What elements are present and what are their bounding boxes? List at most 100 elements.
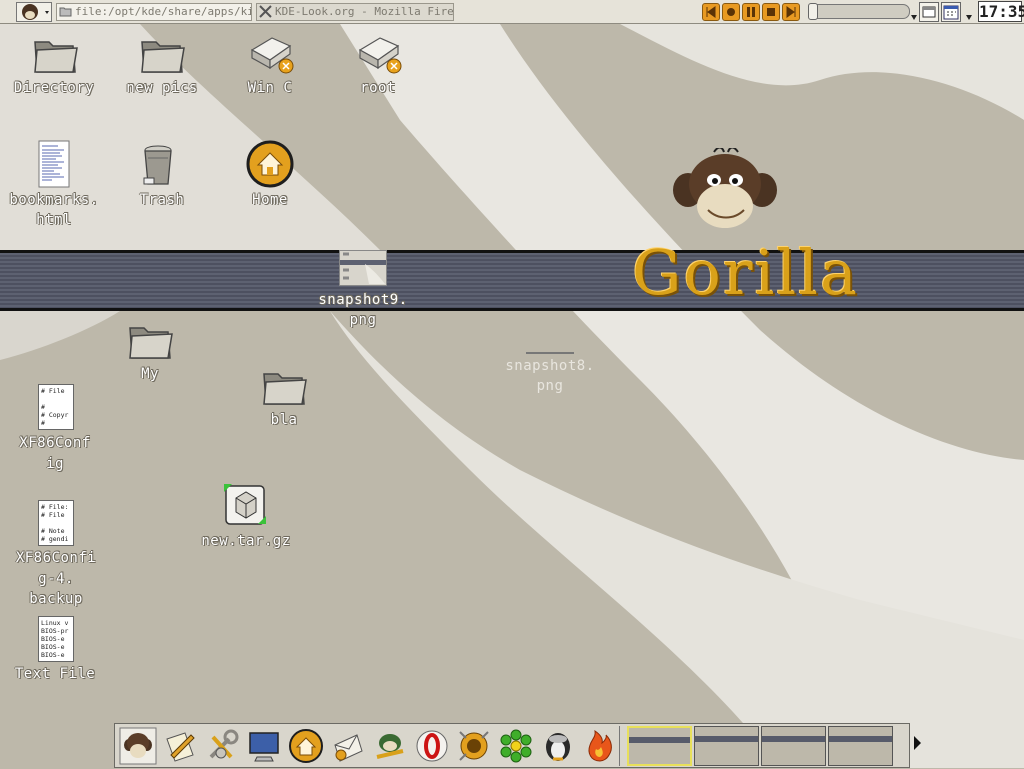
icon-label: My <box>141 366 159 382</box>
icon-label: bla <box>270 412 298 428</box>
media-controls <box>702 3 800 21</box>
launcher-home[interactable] <box>287 727 325 765</box>
pager-banner <box>829 736 892 742</box>
desktop-icon-my[interactable]: My <box>100 320 200 388</box>
icon-label-line2: png <box>536 378 564 394</box>
icon-label: Win C <box>247 80 293 96</box>
firefox-icon <box>588 729 612 762</box>
text-document-icon: # File: # File # Note # gendi <box>38 500 74 546</box>
play-button[interactable] <box>722 3 740 21</box>
stop-button[interactable] <box>762 3 780 21</box>
launcher-opera[interactable] <box>413 727 451 765</box>
desktop-icon-directory[interactable]: Directory <box>0 34 108 104</box>
editor-icon <box>166 732 195 762</box>
icon-label: XF86Conf <box>19 435 91 451</box>
harddisk-icon <box>250 37 294 74</box>
text-document-icon: Linux v BIOS-pr BIOS-e BIOS-e BIOS-e <box>38 616 74 662</box>
wallpaper-banner <box>0 250 1024 311</box>
calendar-button[interactable] <box>941 2 961 22</box>
chevron-down-icon[interactable] <box>911 15 917 20</box>
icon-label: new pics <box>126 80 198 96</box>
bottom-panel <box>114 723 921 768</box>
gorilla-menu-icon <box>16 2 52 22</box>
desktop-icon-text-file[interactable]: Linux v BIOS-pr BIOS-e BIOS-e BIOS-e Tex… <box>0 616 110 686</box>
home-icon <box>246 140 294 188</box>
desktop-icon-new-tar-gz[interactable]: new.tar.gz <box>194 482 298 552</box>
desktop-icon-trash[interactable]: Trash <box>110 144 214 214</box>
desktop-icon-bookmarks-html[interactable]: bookmarks. html <box>0 140 108 232</box>
desktop-icon-win-c[interactable]: Win C <box>222 32 318 104</box>
next-icon <box>786 6 796 18</box>
launcher-monitor[interactable] <box>245 727 283 765</box>
icon-label: snapshot9. <box>318 292 408 308</box>
desktop-icon-root[interactable]: root <box>330 32 426 104</box>
gorilla-menu-icon <box>119 727 157 765</box>
harddisk-icon <box>358 37 402 74</box>
launcher-tools[interactable] <box>203 727 241 765</box>
desktop-icon-home[interactable]: Home <box>222 140 318 212</box>
launcher-firefox[interactable] <box>581 727 619 765</box>
icon-label-line2: g-4. <box>38 571 74 587</box>
pager-banner <box>762 736 825 742</box>
icon-label: Directory <box>13 80 95 96</box>
taskbar-item-firefox[interactable]: KDE-Look.org - Mozilla Firebi <box>256 3 454 21</box>
icon-label-line2: png <box>349 312 377 328</box>
pager-desktop-3[interactable] <box>761 726 826 766</box>
pager-desktop-1[interactable] <box>627 726 692 766</box>
gorilla-mascot-image <box>673 148 777 228</box>
image-thumbnail-icon <box>339 250 387 286</box>
window-icon <box>922 6 936 18</box>
pause-icon <box>747 7 755 17</box>
launcher-tux[interactable] <box>539 727 577 765</box>
desktop-icon-snapshot9[interactable]: snapshot9. png <box>310 250 416 330</box>
mail-icon <box>334 734 363 762</box>
taskbar-item-label: file:/opt/kde/share/apps/kicke <box>75 5 251 18</box>
icon-label: root <box>360 80 396 96</box>
launcher-bar <box>119 727 619 765</box>
pager-desktop-2[interactable] <box>694 726 759 766</box>
folder-icon <box>34 41 78 73</box>
icon-label: Text File <box>14 666 96 682</box>
tux-icon <box>546 733 570 761</box>
icon-label: new.tar.gz <box>201 533 291 549</box>
desktop-icon-xf86config[interactable]: # File # # Copyr # XF86Conf ig <box>0 384 110 476</box>
html-document-icon <box>38 140 70 188</box>
home-icon <box>289 729 323 763</box>
text-document-icon: # File # # Copyr # <box>38 384 74 430</box>
launcher-gaim[interactable] <box>371 727 409 765</box>
folder-icon <box>263 373 307 405</box>
desktop-icon-bla[interactable]: bla <box>236 366 332 434</box>
taskbar-item-file-manager[interactable]: file:/opt/kde/share/apps/kicke <box>56 3 252 21</box>
icon-label: snapshot8. <box>505 358 595 374</box>
launcher-editor[interactable] <box>161 727 199 765</box>
launcher-icq[interactable] <box>497 727 535 765</box>
previous-button[interactable] <box>702 3 720 21</box>
icq-icon <box>500 729 532 763</box>
kmenu-button[interactable] <box>16 2 52 22</box>
panel-expand-arrow-icon[interactable] <box>914 736 921 750</box>
gaim-icon <box>376 734 404 759</box>
opera-icon <box>416 730 448 762</box>
window-list-button[interactable] <box>919 2 939 22</box>
launcher-kmenu[interactable] <box>119 727 157 765</box>
taskbar-item-label: KDE-Look.org - Mozilla Firebi <box>275 5 454 18</box>
pager-desktop-4[interactable] <box>828 726 893 766</box>
chevron-down-icon[interactable] <box>966 15 972 20</box>
desktop-icon-snapshot8[interactable]: snapshot8. png <box>494 346 606 398</box>
launcher-sunflower[interactable] <box>455 727 493 765</box>
desktop-icon-xf86config-backup[interactable]: # File: # File # Note # gendi XF86Confi … <box>0 500 112 612</box>
play-icon <box>727 8 735 16</box>
pause-button[interactable] <box>742 3 760 21</box>
monitor-icon <box>249 732 279 762</box>
sunflower-icon <box>459 731 489 761</box>
launcher-mail[interactable] <box>329 727 367 765</box>
slider-knob[interactable] <box>808 3 818 20</box>
icon-label-line2: ig <box>46 456 64 472</box>
media-position-slider[interactable] <box>808 3 910 20</box>
folder-icon <box>141 41 185 73</box>
panel-clock[interactable]: 17:35 <box>978 1 1024 22</box>
icon-label: Trash <box>139 192 185 208</box>
next-button[interactable] <box>782 3 800 21</box>
desktop-icon-new-pics[interactable]: new pics <box>110 34 214 104</box>
desktop-pager <box>627 726 897 766</box>
